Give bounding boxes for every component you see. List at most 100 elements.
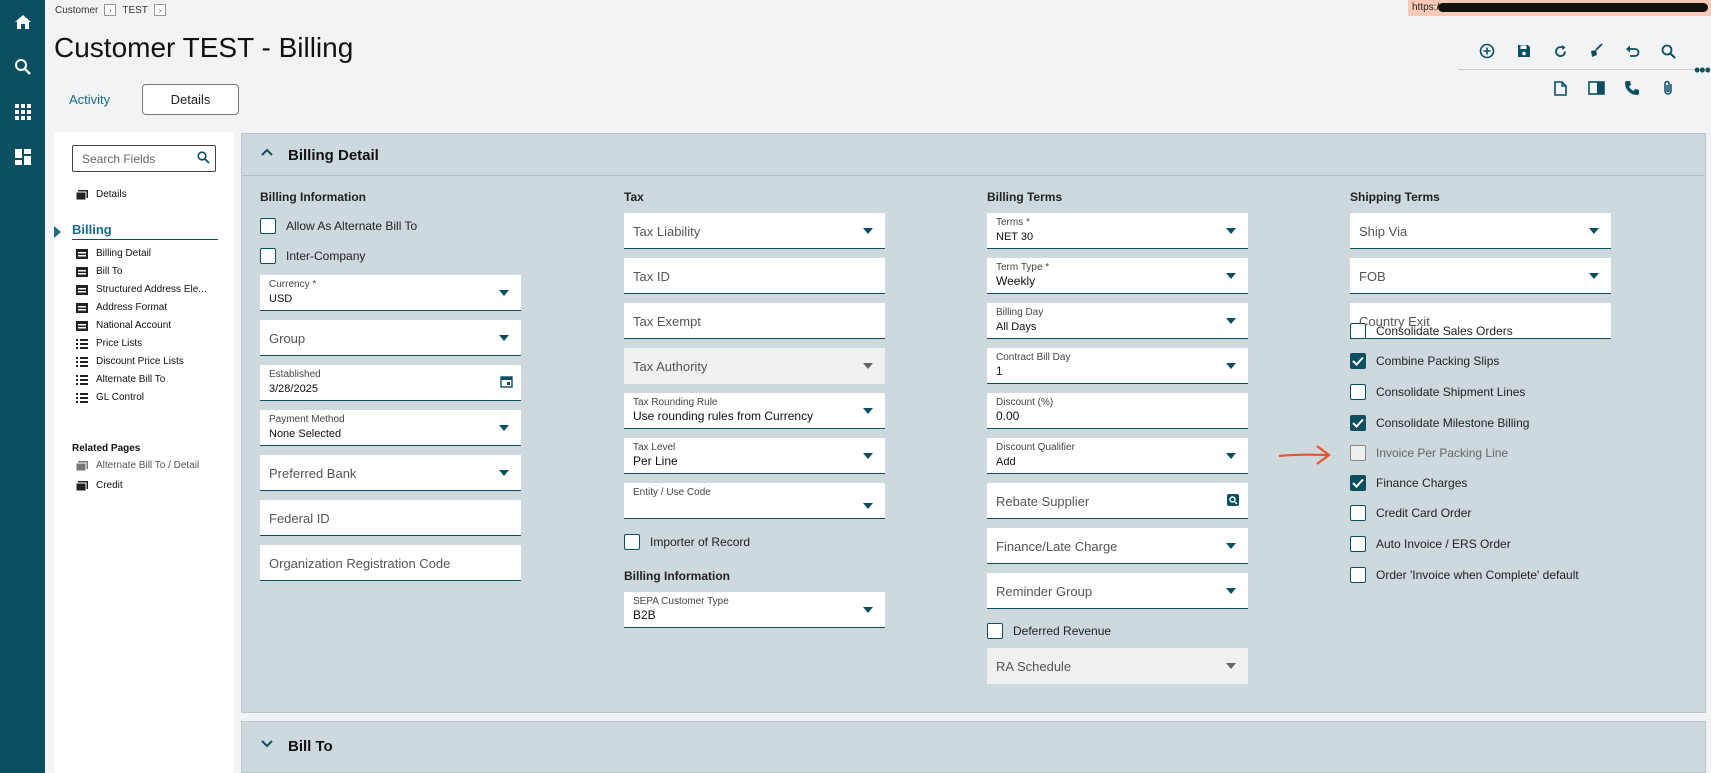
phone-icon[interactable] [1622,78,1642,98]
reminder-group-select[interactable]: Reminder Group [987,573,1248,609]
importer-of-record-checkbox[interactable]: Importer of Record [624,534,750,550]
tax-liability-select[interactable]: Tax Liability [624,213,885,249]
shipping-checkbox-2[interactable]: Consolidate Shipment Lines [1350,384,1525,400]
sidebar-item-gl-control[interactable]: GL Control [76,392,144,403]
home-icon[interactable] [12,11,34,33]
dropdown-arrow-icon[interactable] [863,607,873,613]
checkbox-checked[interactable] [1350,415,1366,431]
finance-late-charge-select[interactable]: Finance/Late Charge [987,528,1248,564]
search-icon[interactable] [12,56,34,78]
find-icon[interactable] [1658,41,1678,61]
sidebar-group-billing[interactable]: Billing [72,222,218,240]
add-icon[interactable] [1477,41,1497,61]
tax-exempt-field[interactable]: Tax Exempt [624,303,885,339]
checkbox[interactable] [1350,536,1366,552]
dropdown-arrow-icon[interactable] [1226,318,1236,324]
checkbox[interactable] [987,623,1003,639]
fob-select[interactable]: FOB [1350,258,1611,294]
dropdown-arrow-icon[interactable] [863,228,873,234]
undo-icon[interactable] [1622,41,1642,61]
sidebar-item-bill-to[interactable]: Bill To [76,266,123,277]
dropdown-arrow-icon[interactable] [1226,273,1236,279]
save-icon[interactable] [1514,41,1534,61]
bill-to-section[interactable]: Bill To [241,721,1706,773]
checkbox[interactable] [1350,505,1366,521]
contract-bill-day-select[interactable]: Contract Bill Day 1 [987,348,1248,384]
checkbox[interactable] [260,248,276,264]
organization-registration-code-field[interactable]: Organization Registration Code [260,545,521,581]
entity-use-code-select[interactable]: Entity / Use Code [624,483,885,519]
breadcrumb-customer[interactable]: Customer [55,5,98,16]
dropdown-arrow-icon[interactable] [1226,588,1236,594]
more-icon[interactable]: ••• [1694,60,1711,81]
refresh-icon[interactable] [1550,41,1570,61]
dropdown-arrow-icon[interactable] [863,503,873,509]
chevron-right-icon[interactable]: › [153,4,166,16]
dropdown-arrow-icon[interactable] [1226,363,1236,369]
search-icon[interactable] [197,151,210,167]
group-select[interactable]: Group [260,320,521,356]
clear-icon[interactable] [1586,41,1606,61]
sidebar-item-billing-detail[interactable]: Billing Detail [76,248,151,259]
allow-alternate-bill-to-checkbox[interactable]: Allow As Alternate Bill To [260,218,417,234]
dropdown-arrow-icon[interactable] [1226,543,1236,549]
chevron-right-icon[interactable]: › [104,4,117,16]
discount-percent-field[interactable]: Discount (%) 0.00 [987,393,1248,429]
checkbox-checked[interactable] [1350,475,1366,491]
dropdown-arrow-icon[interactable] [1226,453,1236,459]
sidebar-item-address-format[interactable]: Address Format [76,302,167,313]
shipping-checkbox-0[interactable]: Consolidate Sales Orders [1350,323,1513,339]
sidebar-item-details[interactable]: Details [75,189,127,200]
ship-via-select[interactable]: Ship Via [1350,213,1611,249]
search-fields-input[interactable]: Search Fields [72,145,216,172]
tab-details[interactable]: Details [142,84,239,115]
billing-day-select[interactable]: Billing Day All Days [987,303,1248,339]
document-icon[interactable] [1550,78,1570,98]
tax-id-field[interactable]: Tax ID [624,258,885,294]
discount-qualifier-select[interactable]: Discount Qualifier Add [987,438,1248,474]
dropdown-arrow-icon[interactable] [499,290,509,296]
sidebar-item-structured-address[interactable]: Structured Address Ele... [76,284,207,295]
lookup-icon[interactable] [1226,493,1240,510]
shipping-checkbox-6[interactable]: Credit Card Order [1350,505,1471,521]
attachment-icon[interactable] [1658,78,1678,98]
rebate-supplier-field[interactable]: Rebate Supplier [987,483,1248,519]
shipping-checkbox-5[interactable]: Finance Charges [1350,475,1467,491]
shipping-checkbox-8[interactable]: Order 'Invoice when Complete' default [1350,567,1579,583]
checkbox[interactable] [1350,567,1366,583]
dropdown-arrow-icon[interactable] [1226,228,1236,234]
payment-method-select[interactable]: Payment Method None Selected [260,410,521,446]
dropdown-arrow-icon[interactable] [499,425,509,431]
breadcrumb-test[interactable]: TEST [122,5,148,16]
chevron-up-icon[interactable] [260,146,274,160]
book-icon[interactable] [1586,78,1606,98]
checkbox[interactable] [260,218,276,234]
deferred-revenue-checkbox[interactable]: Deferred Revenue [987,623,1111,639]
sepa-customer-type-select[interactable]: SEPA Customer Type B2B [624,592,885,628]
shipping-checkbox-7[interactable]: Auto Invoice / ERS Order [1350,536,1511,552]
currency-select[interactable]: Currency * USD [260,275,521,311]
established-date-field[interactable]: Established 3/28/2025 [260,365,521,401]
federal-id-field[interactable]: Federal ID [260,500,521,536]
tab-activity[interactable]: Activity [69,92,110,107]
dropdown-arrow-icon[interactable] [863,453,873,459]
preferred-bank-select[interactable]: Preferred Bank [260,455,521,491]
inter-company-checkbox[interactable]: Inter-Company [260,248,365,264]
dashboard-icon[interactable] [12,146,34,168]
term-type-select[interactable]: Term Type * Weekly [987,258,1248,294]
dropdown-arrow-icon[interactable] [1589,273,1599,279]
section-header[interactable]: Billing Detail [242,134,1705,176]
sidebar-item-alternate-bill-to[interactable]: Alternate Bill To [76,374,165,385]
sidebar-item-national-account[interactable]: National Account [76,320,171,331]
checkbox[interactable] [1350,384,1366,400]
terms-select[interactable]: Terms * NET 30 [987,213,1248,249]
chevron-down-icon[interactable] [260,738,274,752]
calendar-icon[interactable] [500,375,513,391]
sidebar-item-price-lists[interactable]: Price Lists [76,338,142,349]
checkbox[interactable] [1350,323,1366,339]
tax-rounding-rule-select[interactable]: Tax Rounding Rule Use rounding rules from… [624,393,885,429]
shipping-checkbox-3[interactable]: Consolidate Milestone Billing [1350,415,1529,431]
tax-level-select[interactable]: Tax Level Per Line [624,438,885,474]
apps-icon[interactable] [12,101,34,123]
dropdown-arrow-icon[interactable] [1589,228,1599,234]
